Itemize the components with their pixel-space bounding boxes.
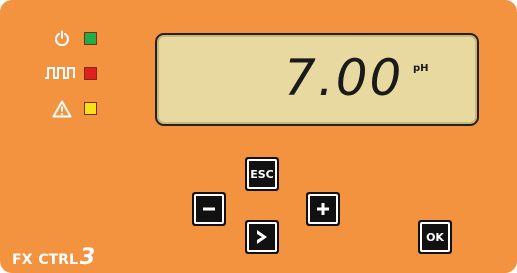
warning-icon xyxy=(52,100,72,118)
esc-button[interactable]: ESC xyxy=(245,157,279,191)
pulse-icon xyxy=(45,67,75,79)
brand-three: 3 xyxy=(79,245,96,270)
pulse-led xyxy=(84,67,97,80)
plus-button[interactable] xyxy=(306,192,340,226)
esc-label: ESC xyxy=(250,167,274,181)
brand-logo: FX CTRL 3 xyxy=(12,245,95,270)
ph-unit: pH xyxy=(413,63,429,74)
enter-button[interactable] xyxy=(245,220,279,254)
minus-icon xyxy=(203,207,215,211)
brand-fx: FX xyxy=(12,252,33,268)
pulse-indicator xyxy=(44,66,76,80)
warning-led xyxy=(84,102,97,115)
power-icon xyxy=(55,30,69,46)
controller-panel: 7.00 pH ESC OK FX CTRL 3 xyxy=(0,0,517,273)
plus-icon xyxy=(317,203,329,215)
lcd-display: 7.00 pH xyxy=(155,33,479,126)
warning-indicator xyxy=(52,100,72,118)
ok-button[interactable]: OK xyxy=(418,220,452,254)
power-indicator xyxy=(54,30,70,46)
ok-label: OK xyxy=(426,230,444,244)
chevron-right-icon xyxy=(257,230,267,244)
ph-value: 7.00 xyxy=(284,49,404,107)
brand-ctrl: CTRL xyxy=(38,252,78,268)
power-led xyxy=(84,32,97,45)
minus-button[interactable] xyxy=(192,192,226,226)
